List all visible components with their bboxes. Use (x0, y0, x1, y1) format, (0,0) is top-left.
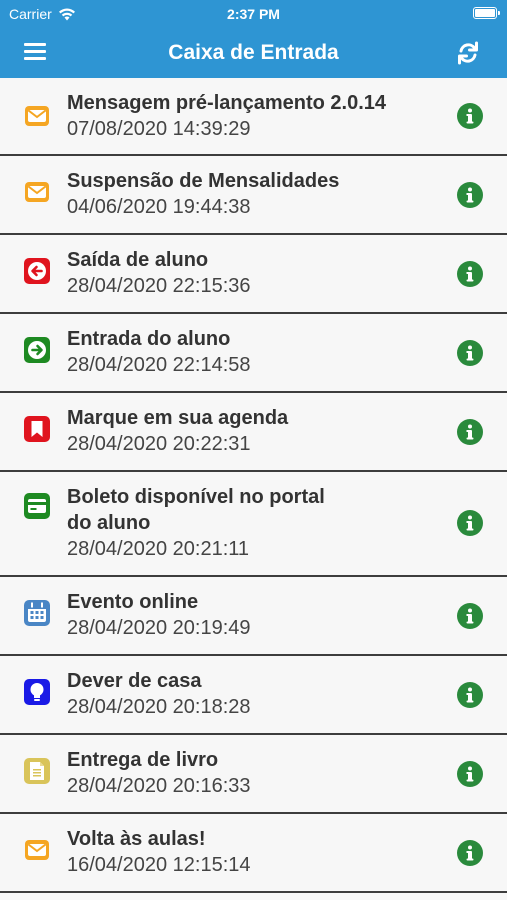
message-title: Evento online (67, 591, 199, 613)
message-list: Mensagem pré-lançamento 2.0.14 07/08/202… (0, 78, 507, 893)
message-date: 16/04/2020 12:15:14 (67, 854, 251, 876)
status-bar: Carrier 2:37 PM (0, 0, 507, 28)
info-icon[interactable] (457, 682, 483, 708)
message-date: 04/06/2020 19:44:38 (67, 196, 251, 218)
message-title: Marque em sua agenda (67, 407, 289, 429)
message-item[interactable]: Suspensão de Mensalidades 04/06/2020 19:… (0, 156, 507, 235)
message-title: Dever de casa (67, 670, 202, 692)
message-date: 28/04/2020 20:18:28 (67, 696, 251, 718)
message-item[interactable]: Entrada do aluno 28/04/2020 22:14:58 (0, 314, 507, 393)
info-icon[interactable] (457, 261, 483, 287)
info-icon[interactable] (457, 340, 483, 366)
message-item[interactable]: Dever de casa 28/04/2020 20:18:28 (0, 656, 507, 735)
message-date: 28/04/2020 20:16:33 (67, 775, 251, 797)
nav-bar: Caixa de Entrada (0, 28, 507, 78)
message-title: Entrada do aluno (67, 328, 231, 350)
credit-card-icon (24, 493, 50, 519)
message-text: Suspensão de Mensalidades 04/06/2020 19:… (67, 168, 437, 220)
info-icon[interactable] (457, 419, 483, 445)
calendar-icon (24, 600, 50, 626)
message-title-line1: Boleto disponível no portal (67, 486, 325, 508)
message-text: Marque em sua agenda 28/04/2020 20:22:31 (67, 405, 437, 457)
message-text: Mensagem pré-lançamento 2.0.14 07/08/202… (67, 90, 437, 142)
lightbulb-icon (24, 679, 50, 705)
message-text: Dever de casa 28/04/2020 20:18:28 (67, 668, 437, 720)
bookmark-icon (24, 416, 50, 442)
info-icon[interactable] (457, 510, 483, 536)
exit-arrow-icon (24, 258, 50, 284)
envelope-icon (25, 840, 49, 860)
info-icon[interactable] (457, 761, 483, 787)
message-item[interactable]: Saída de aluno 28/04/2020 22:15:36 (0, 235, 507, 314)
message-title: Mensagem pré-lançamento 2.0.14 (67, 92, 387, 114)
document-icon (24, 758, 50, 784)
enter-arrow-icon (24, 337, 50, 363)
message-title: Suspensão de Mensalidades (67, 170, 340, 192)
message-text: Entrega de livro 28/04/2020 20:16:33 (67, 747, 437, 799)
message-item[interactable]: Volta às aulas! 16/04/2020 12:15:14 (0, 814, 507, 893)
message-title-line2: do aluno (67, 512, 151, 534)
message-date: 28/04/2020 20:19:49 (67, 617, 251, 639)
message-date: 28/04/2020 20:22:31 (67, 433, 251, 455)
message-date: 28/04/2020 22:14:58 (67, 354, 251, 376)
message-text: Boleto disponível no portal do aluno 28/… (67, 484, 437, 562)
message-title: Volta às aulas! (67, 828, 206, 850)
info-icon[interactable] (457, 182, 483, 208)
message-item[interactable]: Evento online 28/04/2020 20:19:49 (0, 577, 507, 656)
message-date: 28/04/2020 22:15:36 (67, 275, 251, 297)
message-text: Volta às aulas! 16/04/2020 12:15:14 (67, 826, 437, 878)
message-item[interactable]: Marque em sua agenda 28/04/2020 20:22:31 (0, 393, 507, 472)
message-text: Saída de aluno 28/04/2020 22:15:36 (67, 247, 437, 299)
message-item[interactable]: Entrega de livro 28/04/2020 20:16:33 (0, 735, 507, 814)
message-item[interactable]: Boleto disponível no portal do aluno 28/… (0, 472, 507, 577)
message-title: Entrega de livro (67, 749, 219, 771)
battery-icon (473, 7, 500, 19)
message-date: 28/04/2020 20:21:11 (67, 538, 250, 560)
message-item[interactable]: Mensagem pré-lançamento 2.0.14 07/08/202… (0, 78, 507, 156)
clock: 2:37 PM (227, 6, 280, 22)
page-title: Caixa de Entrada (168, 41, 339, 64)
message-text: Entrada do aluno 28/04/2020 22:14:58 (67, 326, 437, 378)
envelope-icon (25, 182, 49, 202)
message-date: 07/08/2020 14:39:29 (67, 118, 251, 140)
envelope-icon (25, 106, 49, 126)
info-icon[interactable] (457, 840, 483, 866)
message-title: Saída de aluno (67, 249, 209, 271)
info-icon[interactable] (457, 603, 483, 629)
message-text: Evento online 28/04/2020 20:19:49 (67, 589, 437, 641)
refresh-icon[interactable] (453, 38, 483, 68)
info-icon[interactable] (457, 103, 483, 129)
